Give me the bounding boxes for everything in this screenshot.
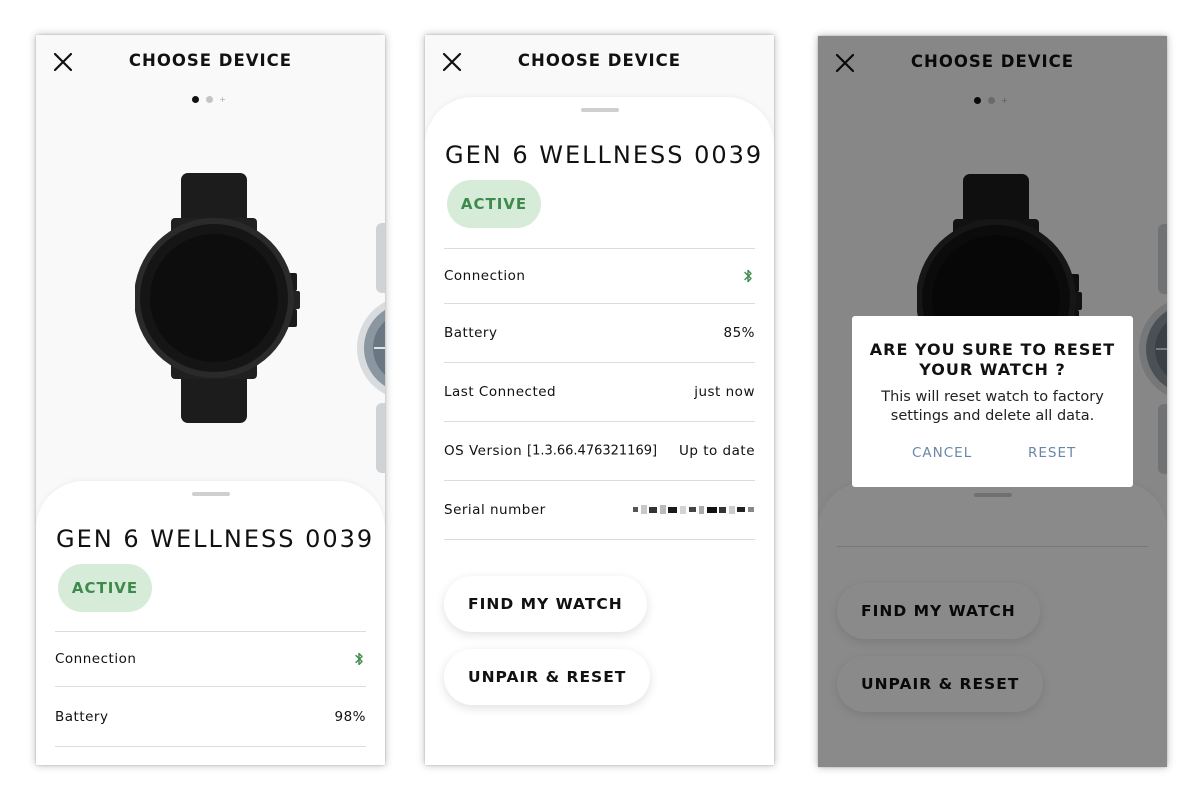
device-name: GEN 6 WELLNESS 0039 — [56, 525, 375, 553]
page-dot-active[interactable] — [192, 96, 199, 103]
battery-value: 98% — [334, 708, 366, 725]
last-connected-value: just now — [694, 384, 755, 400]
row-label: Battery — [55, 708, 109, 725]
reset-button[interactable]: RESET — [1028, 445, 1076, 461]
device-name: GEN 6 WELLNESS 0039 — [445, 141, 764, 169]
bluetooth-icon — [355, 652, 363, 666]
info-row-connection: Connection — [444, 248, 755, 303]
info-row-last-connected: Last Connected just now — [444, 362, 755, 421]
cancel-button[interactable]: CANCEL — [912, 445, 972, 461]
add-device-icon[interactable] — [220, 97, 225, 102]
device-overview-screen: CHOOSE DEVICE GEN 6 WELLNESS 0039 ACTIVE… — [36, 35, 385, 765]
sheet-drag-handle[interactable] — [191, 492, 230, 496]
row-label: Connection — [55, 651, 137, 667]
battery-value: 85% — [723, 325, 755, 341]
device-details-sheet: GEN 6 WELLNESS 0039 ACTIVE Connection Ba… — [425, 97, 774, 765]
serial-number-redacted — [633, 505, 754, 514]
reset-confirm-dialog: ARE YOU SURE TO RESET YOUR WATCH ? This … — [852, 316, 1133, 487]
row-label: Last Connected — [444, 384, 557, 400]
info-row-serial-number: Serial number — [444, 480, 755, 540]
row-label: Serial number — [444, 502, 546, 518]
black-watch-image[interactable] — [135, 173, 303, 423]
info-row-battery: Battery 85% — [444, 303, 755, 362]
info-row-os-version: OS Version [1.3.66.476321169] Up to date — [444, 421, 755, 480]
page-title: CHOOSE DEVICE — [517, 51, 682, 70]
dialog-message: This will reset watch to factory setting… — [881, 389, 1104, 424]
page-title: CHOOSE DEVICE — [128, 51, 293, 70]
find-my-watch-button[interactable]: FIND MY WATCH — [444, 576, 647, 632]
os-update-status: Up to date — [678, 443, 755, 459]
status-badge: ACTIVE — [58, 564, 152, 612]
info-row-connection: Connection — [55, 631, 366, 686]
unpair-reset-button[interactable]: UNPAIR & RESET — [444, 649, 651, 705]
status-badge: ACTIVE — [447, 180, 541, 228]
device-details-sheet: GEN 6 WELLNESS 0039 ACTIVE Connection Ba… — [36, 481, 385, 765]
dialog-title: ARE YOU SURE TO RESET YOUR WATCH ? — [869, 340, 1116, 379]
os-version-number: [1.3.66.476321169] — [527, 443, 658, 459]
reset-confirmation-screen: CHOOSE DEVICE FIND MY WATCH UNPAIR & RES… — [818, 36, 1167, 767]
row-label: Battery — [444, 325, 498, 341]
row-label: Connection — [444, 268, 526, 284]
silver-watch-image-peek[interactable] — [354, 223, 385, 473]
bluetooth-icon — [744, 269, 752, 283]
device-details-screen: CHOOSE DEVICE GEN 6 WELLNESS 0039 ACTIVE… — [425, 35, 774, 765]
info-row-battery: Battery 98% — [55, 686, 366, 747]
sheet-drag-handle[interactable] — [580, 108, 619, 112]
page-dot[interactable] — [206, 96, 213, 103]
row-label: OS Version — [444, 443, 523, 459]
